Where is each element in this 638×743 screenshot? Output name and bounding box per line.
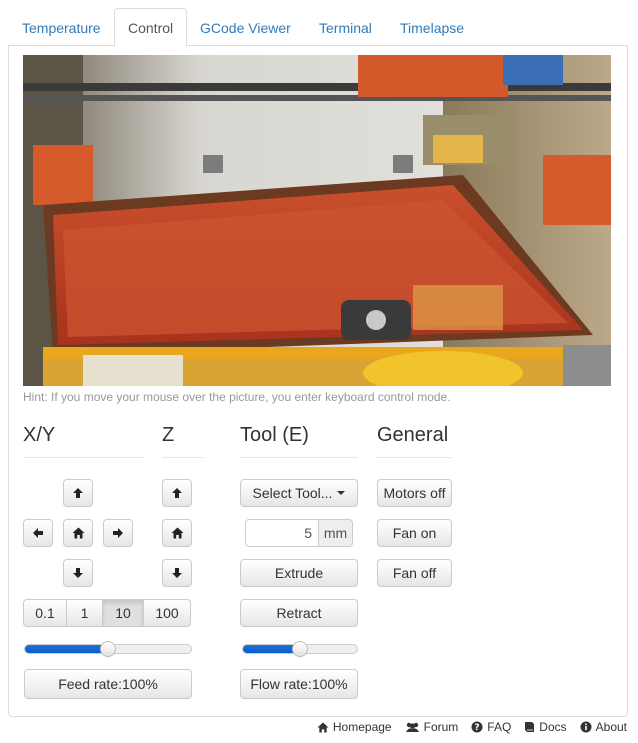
extrude-amount-group: mm [245,519,353,547]
distance-100-button[interactable]: 100 [143,599,191,627]
footer-link-forum[interactable]: Forum [405,720,459,734]
book-icon [525,722,535,732]
arrow-up-icon [73,488,83,498]
distance-10-button[interactable]: 10 [102,599,144,627]
tab-terminal[interactable]: Terminal [305,8,386,46]
feed-rate-slider-handle[interactable] [100,641,116,657]
home-icon [317,721,329,733]
section-title-z: Z [162,424,175,446]
arrow-right-icon [113,528,123,538]
footer-link-label: FAQ [487,720,512,734]
extrude-unit-label: mm [319,519,353,547]
footer-link-label: Forum [423,720,459,734]
jog-x-minus-button[interactable] [23,519,53,547]
home-icon [72,527,84,539]
footer-link-about[interactable]: About [580,720,627,734]
motors-off-button[interactable]: Motors off [377,479,452,507]
jog-x-plus-button[interactable] [103,519,133,547]
distance-1-button[interactable]: 1 [66,599,103,627]
question-circle-icon: ? [471,721,483,733]
fan-on-button[interactable]: Fan on [377,519,452,547]
feed-rate-slider[interactable] [24,641,192,657]
feed-rate-button[interactable]: Feed rate:100% [24,669,192,699]
svg-text:?: ? [475,723,480,733]
webcam-stream[interactable] [23,55,611,386]
arrow-up-icon [172,488,182,498]
users-icon [405,722,419,732]
section-divider [377,457,452,458]
select-tool-dropdown[interactable]: Select Tool... [240,479,358,507]
jog-z-minus-button[interactable] [162,559,192,587]
footer-link-faq[interactable]: ? FAQ [471,720,511,734]
jog-z-plus-button[interactable] [162,479,192,507]
tab-gcode-viewer[interactable]: GCode Viewer [186,8,305,46]
footer-link-homepage[interactable]: Homepage [317,720,392,734]
section-divider [240,457,358,458]
info-circle-icon [580,721,592,733]
home-xy-button[interactable] [63,519,93,547]
section-title-general: General [377,424,449,446]
section-title-xy: X/Y [23,424,56,446]
flow-rate-button[interactable]: Flow rate:100% [240,669,358,699]
footer-link-docs[interactable]: Docs [524,720,567,734]
arrow-left-icon [33,528,43,538]
fan-off-button[interactable]: Fan off [377,559,452,587]
extrude-button[interactable]: Extrude [240,559,358,587]
tab-timelapse[interactable]: Timelapse [386,8,478,46]
flow-rate-slider-handle[interactable] [292,641,308,657]
tab-bar: Temperature Control GCode Viewer Termina… [8,8,628,47]
footer-link-label: Homepage [332,720,392,734]
footer-link-label: Docs [539,720,567,734]
jog-y-plus-button[interactable] [63,479,93,507]
section-title-tool: Tool (E) [240,424,309,446]
home-icon [171,527,183,539]
flow-rate-slider[interactable] [242,641,358,657]
home-z-button[interactable] [162,519,192,547]
jog-y-minus-button[interactable] [63,559,93,587]
webcam-image [23,55,611,386]
distance-0-1-button[interactable]: 0.1 [23,599,67,627]
caret-down-icon [337,491,346,495]
tab-temperature[interactable]: Temperature [8,8,115,46]
arrow-down-icon [172,568,182,578]
jog-distance-group: 0.1 1 10 100 [23,599,191,627]
section-divider [23,457,143,458]
select-tool-label: Select Tool... [252,485,333,501]
footer-link-label: About [595,720,627,734]
extrude-amount-input[interactable] [245,519,319,547]
arrow-down-icon [73,568,83,578]
footer-links: Homepage Forum ? FAQ Docs About [304,720,627,734]
webcam-hint: Hint: If you move your mouse over the pi… [23,390,451,404]
feed-rate-slider-fill [25,645,108,653]
section-divider [162,457,203,458]
retract-button[interactable]: Retract [240,599,358,627]
tab-control[interactable]: Control [114,8,188,47]
